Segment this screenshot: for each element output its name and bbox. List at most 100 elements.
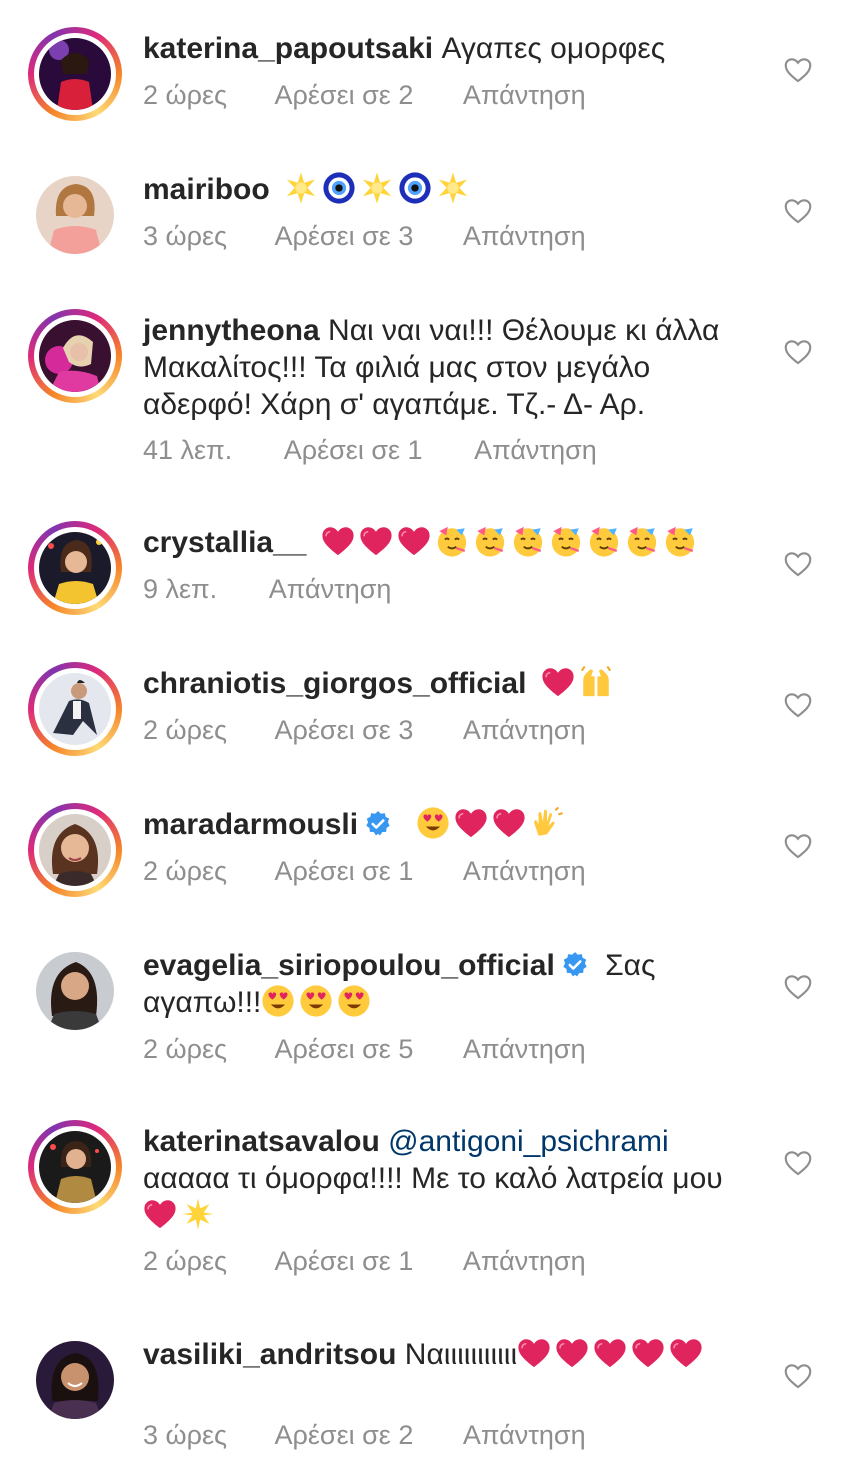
star-emoji-icon	[436, 171, 470, 205]
mention-link[interactable]: @antigoni_psichrami	[388, 1125, 669, 1158]
avatar-story-ring[interactable]	[28, 803, 122, 897]
like-heart-icon[interactable]	[784, 692, 812, 718]
like-heart-icon[interactable]	[784, 833, 812, 859]
comment-time: 2 ώρες	[143, 715, 228, 745]
comment-time: 2 ώρες	[143, 80, 228, 110]
avatar-story-ring[interactable]	[28, 27, 122, 121]
avatar	[39, 320, 111, 392]
avatar	[39, 1131, 111, 1203]
comment-username[interactable]: chraniotis_giorgos_official	[143, 667, 526, 700]
comment-time: 2 ώρες	[143, 1034, 228, 1064]
comment-text: chraniotis_giorgos_official	[143, 665, 743, 702]
comment-time: 3 ώρες	[143, 1420, 228, 1450]
like-heart-icon[interactable]	[784, 198, 812, 224]
red-heart-emoji-icon	[321, 524, 355, 558]
comment-likes[interactable]: Αρέσει σε 3	[275, 221, 414, 252]
reply-button[interactable]: Απάντηση	[463, 856, 586, 887]
red-heart-emoji-icon	[541, 665, 575, 699]
comment-username[interactable]: crystallia__	[143, 526, 306, 559]
reply-button[interactable]: Απάντηση	[463, 1246, 586, 1277]
sparkle-emoji-icon	[181, 1197, 215, 1231]
like-heart-icon[interactable]	[784, 974, 812, 1000]
red-heart-emoji-icon	[669, 1336, 703, 1370]
red-heart-emoji-icon	[593, 1336, 627, 1370]
avatar	[36, 176, 114, 254]
comment-likes[interactable]: Αρέσει σε 1	[275, 1246, 414, 1277]
comment-username[interactable]: evagelia_siriopoulou_official	[143, 949, 555, 982]
reply-button[interactable]: Απάντηση	[463, 715, 586, 746]
comment-likes[interactable]: Αρέσει σε 3	[275, 715, 414, 746]
comment-text: crystallia__	[143, 524, 743, 561]
avatar-story-ring[interactable]	[28, 1120, 122, 1214]
like-heart-icon[interactable]	[784, 57, 812, 83]
clapping-hands-emoji-icon	[530, 806, 564, 840]
nazar-amulet-emoji-icon	[398, 171, 432, 205]
reply-button[interactable]: Απάντηση	[463, 1034, 586, 1065]
comment-likes[interactable]: Αρέσει σε 1	[275, 856, 414, 887]
star-emoji-icon	[360, 171, 394, 205]
comment-time: 41 λεπ.	[143, 435, 233, 465]
star-emoji-icon	[284, 171, 318, 205]
comment-likes[interactable]: Αρέσει σε 2	[275, 1420, 414, 1451]
heart-eyes-emoji-icon	[299, 984, 333, 1018]
comment-body: Ναιιιιιιιιιιι	[404, 1338, 518, 1371]
comment-text: katerina_papoutsaki Αγαπες ομορφες	[143, 30, 743, 67]
avatar-container[interactable]	[28, 168, 122, 262]
reply-button[interactable]: Απάντηση	[463, 80, 586, 111]
heart-eyes-emoji-icon	[337, 984, 371, 1018]
reply-button[interactable]: Απάντηση	[463, 1420, 586, 1451]
comment-body: ααααα τι όμορφα!!!! Με το καλό λατρεία μ…	[143, 1162, 723, 1195]
comment-likes[interactable]: Αρέσει σε 5	[275, 1034, 414, 1065]
comment-likes[interactable]: Αρέσει σε 1	[284, 435, 423, 466]
red-heart-emoji-icon	[397, 524, 431, 558]
comment-username[interactable]: vasiliki_andritsou	[143, 1338, 396, 1371]
party-face-emoji-icon	[473, 524, 507, 558]
avatar-container[interactable]	[28, 944, 122, 1038]
reply-button[interactable]: Απάντηση	[474, 435, 597, 466]
comment-likes[interactable]: Αρέσει σε 2	[275, 80, 414, 111]
reply-button[interactable]: Απάντηση	[269, 574, 392, 605]
comment-text: katerinatsavalou @antigoni_psichrami ααα…	[143, 1123, 743, 1234]
party-face-emoji-icon	[663, 524, 697, 558]
avatar-story-ring[interactable]	[28, 521, 122, 615]
comment-username[interactable]: mairiboo	[143, 173, 270, 206]
nazar-amulet-emoji-icon	[322, 171, 356, 205]
party-face-emoji-icon	[549, 524, 583, 558]
red-heart-emoji-icon	[555, 1336, 589, 1370]
comment-meta: 2 ώρες Αρέσει σε 5 Απάντηση	[143, 1034, 586, 1065]
comment-meta: 2 ώρες Αρέσει σε 1 Απάντηση	[143, 1246, 586, 1277]
avatar	[39, 38, 111, 110]
heart-eyes-emoji-icon	[261, 984, 295, 1018]
avatar-story-ring[interactable]	[28, 309, 122, 403]
comment-username[interactable]: katerina_papoutsaki	[143, 32, 433, 65]
like-heart-icon[interactable]	[784, 551, 812, 577]
like-heart-icon[interactable]	[784, 339, 812, 365]
red-heart-emoji-icon	[454, 806, 488, 840]
avatar-story-ring[interactable]	[28, 662, 122, 756]
comment-time: 2 ώρες	[143, 1246, 228, 1276]
avatar	[39, 532, 111, 604]
party-face-emoji-icon	[625, 524, 659, 558]
comment-time: 2 ώρες	[143, 856, 228, 886]
red-heart-emoji-icon	[492, 806, 526, 840]
avatar	[36, 1341, 114, 1419]
comment-username[interactable]: maradarmousli	[143, 808, 358, 841]
verified-badge-icon	[561, 951, 589, 979]
comment-meta: 2 ώρες Αρέσει σε 3 Απάντηση	[143, 715, 586, 746]
comment-time: 9 λεπ.	[143, 574, 218, 604]
reply-button[interactable]: Απάντηση	[463, 221, 586, 252]
comment-username[interactable]: jennytheona	[143, 314, 320, 347]
heart-eyes-emoji-icon	[416, 806, 450, 840]
comment-username[interactable]: katerinatsavalou	[143, 1125, 380, 1158]
comment-meta: 9 λεπ. Απάντηση	[143, 574, 391, 605]
comment-text: evagelia_siriopoulou_official Σας αγαπω!…	[143, 947, 743, 1021]
red-heart-emoji-icon	[143, 1197, 177, 1231]
red-heart-emoji-icon	[631, 1336, 665, 1370]
comment-meta: 3 ώρες Αρέσει σε 3 Απάντηση	[143, 221, 586, 252]
avatar	[36, 952, 114, 1030]
comment-meta: 3 ώρες Αρέσει σε 2 Απάντηση	[143, 1420, 586, 1451]
like-heart-icon[interactable]	[784, 1363, 812, 1389]
like-heart-icon[interactable]	[784, 1150, 812, 1176]
avatar-container[interactable]	[28, 1333, 122, 1427]
comment-text: mairiboo	[143, 171, 743, 208]
